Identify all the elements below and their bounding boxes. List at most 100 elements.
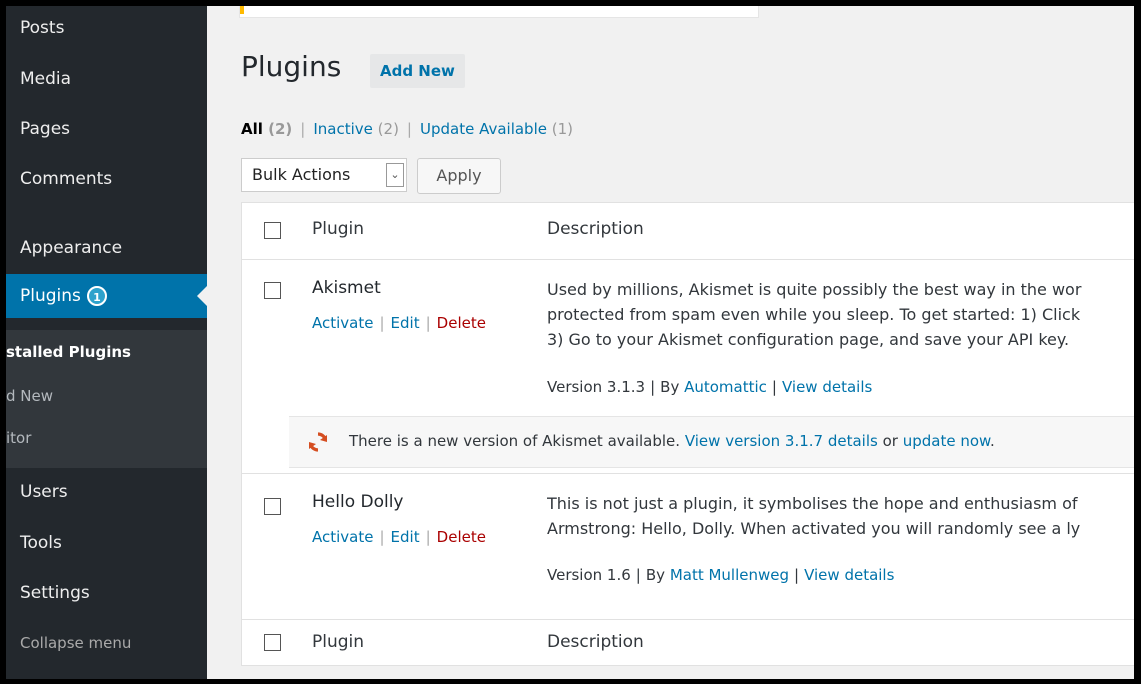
sidebar-item-pages[interactable]: Pages xyxy=(6,107,207,151)
filter-update-count: (1) xyxy=(551,120,574,138)
delete-link[interactable]: Delete xyxy=(437,314,486,332)
description-line: This is not just a plugin, it symbolises… xyxy=(547,494,1078,513)
activate-link[interactable]: Activate xyxy=(312,528,373,546)
by-label: By xyxy=(645,566,666,584)
description-line: protected from spam even while you sleep… xyxy=(547,305,1081,324)
select-all-checkbox-footer[interactable] xyxy=(264,634,281,651)
plugin-meta: Version 3.1.3 | By Automattic | View details xyxy=(547,378,872,396)
notice-remnant xyxy=(239,6,759,18)
plugin-description: This is not just a plugin, it symbolises… xyxy=(547,491,1134,541)
plugin-version: Version 3.1.3 xyxy=(547,378,646,396)
update-icon xyxy=(308,432,328,452)
action-divider: | xyxy=(379,314,385,332)
view-details-link[interactable]: View details xyxy=(804,566,894,584)
table-footer: Plugin Description xyxy=(242,619,1134,667)
bulk-actions-value: Bulk Actions xyxy=(252,165,351,184)
action-divider: | xyxy=(425,528,431,546)
update-count-badge: 1 xyxy=(86,286,107,306)
sidebar-item-label: Plugins xyxy=(20,286,81,306)
sidebar-item-label: Settings xyxy=(20,583,90,603)
filter-inactive-label: Inactive xyxy=(313,120,373,138)
plugins-submenu: stalled Plugins d New itor xyxy=(6,330,207,468)
by-label: By xyxy=(660,378,680,396)
admin-sidebar: Posts Media Pages Comments Appearance Pl… xyxy=(6,6,207,679)
sidebar-item-label: Appearance xyxy=(20,238,123,258)
filter-divider: | xyxy=(300,120,306,138)
sidebar-item-label: Media xyxy=(20,69,72,89)
sidebar-item-tools[interactable]: Tools xyxy=(6,521,207,565)
plugins-table: Plugin Description Akismet Activate | Edit… xyxy=(241,202,1134,666)
edit-link[interactable]: Edit xyxy=(391,314,420,332)
page-title: Plugins xyxy=(241,50,342,83)
author-link[interactable]: Matt Mullenweg xyxy=(670,566,789,584)
description-line: 3) Go to your Akismet configuration page… xyxy=(547,330,1070,349)
plugin-filters: All (2) | Inactive (2) | Update Available (1… xyxy=(241,120,573,138)
sidebar-item-users[interactable]: Users xyxy=(6,470,207,514)
action-divider: | xyxy=(425,314,431,332)
sidebar-item-plugins[interactable]: Plugins 1 xyxy=(6,274,207,318)
activate-link[interactable]: Activate xyxy=(312,314,373,332)
filter-divider: | xyxy=(406,120,412,138)
meta-divider: | xyxy=(635,566,641,584)
sidebar-item-appearance[interactable]: Appearance xyxy=(6,226,207,270)
filter-update-label: Update Available xyxy=(419,120,547,138)
column-header-plugin: Plugin xyxy=(312,219,365,239)
sidebar-item-label: Posts xyxy=(20,18,65,38)
plugin-description: Used by millions, Akismet is quite possi… xyxy=(547,277,1134,352)
screen: Posts Media Pages Comments Appearance Pl… xyxy=(6,6,1134,679)
collapse-menu-button[interactable]: Collapse menu xyxy=(20,628,131,658)
submenu-add-new[interactable]: d New xyxy=(6,382,207,410)
plugin-name: Hello Dolly xyxy=(312,492,404,512)
sidebar-item-label: Tools xyxy=(20,533,62,553)
filter-inactive-count: (2) xyxy=(377,120,399,138)
active-arrow-icon xyxy=(197,286,207,306)
update-notice-text: There is a new version of Akismet availa… xyxy=(349,432,995,450)
filter-inactive[interactable]: Inactive (2) xyxy=(313,120,399,138)
view-version-link[interactable]: View version 3.1.7 details xyxy=(685,432,878,450)
action-divider: | xyxy=(379,528,385,546)
sidebar-item-settings[interactable]: Settings xyxy=(6,571,207,615)
column-header-description: Description xyxy=(547,219,644,239)
plugin-version: Version 1.6 xyxy=(547,566,631,584)
delete-link[interactable]: Delete xyxy=(437,528,486,546)
table-row: Hello Dolly Activate | Edit | Delete This is… xyxy=(242,473,1134,619)
row-checkbox[interactable] xyxy=(264,282,281,299)
row-actions: Activate | Edit | Delete xyxy=(312,528,486,546)
chevron-down-icon: ⌄ xyxy=(386,163,404,187)
filter-all[interactable]: All (2) xyxy=(241,120,292,138)
plugin-meta: Version 1.6 | By Matt Mullenweg | View detai… xyxy=(547,566,894,584)
column-footer-description: Description xyxy=(547,632,644,652)
meta-divider: | xyxy=(650,378,656,396)
description-line: Armstrong: Hello, Dolly. When activated … xyxy=(547,519,1081,538)
row-checkbox[interactable] xyxy=(264,498,281,515)
row-actions: Activate | Edit | Delete xyxy=(312,314,486,332)
sidebar-item-posts[interactable]: Posts xyxy=(6,6,207,50)
update-prefix: There is a new version of Akismet availa… xyxy=(349,432,681,450)
sidebar-item-comments[interactable]: Comments xyxy=(6,157,207,201)
submenu-editor[interactable]: itor xyxy=(6,424,207,452)
update-suffix: . xyxy=(989,432,995,450)
update-now-link[interactable]: update now xyxy=(903,432,990,450)
submenu-installed-plugins[interactable]: stalled Plugins xyxy=(6,338,207,366)
author-link[interactable]: Automattic xyxy=(684,378,767,396)
sidebar-item-label: Comments xyxy=(20,169,113,189)
meta-divider: | xyxy=(794,566,800,584)
main-content: Plugins Add New All (2) | Inactive (2) | Upd… xyxy=(207,6,1134,679)
sidebar-item-label: Pages xyxy=(20,119,71,139)
apply-button[interactable]: Apply xyxy=(417,158,501,194)
bulk-actions-select[interactable]: Bulk Actions ⌄ xyxy=(241,158,407,192)
filter-update-available[interactable]: Update Available (1) xyxy=(420,120,573,138)
table-header: Plugin Description xyxy=(242,203,1134,260)
meta-divider: | xyxy=(771,378,777,396)
select-all-checkbox[interactable] xyxy=(264,222,281,239)
view-details-link[interactable]: View details xyxy=(782,378,872,396)
add-new-button[interactable]: Add New xyxy=(370,54,465,88)
update-middle: or xyxy=(882,432,898,450)
sidebar-item-label: Users xyxy=(20,482,68,502)
filter-all-count: (2) xyxy=(268,120,293,138)
update-notice: There is a new version of Akismet availa… xyxy=(289,416,1134,468)
edit-link[interactable]: Edit xyxy=(391,528,420,546)
column-footer-plugin: Plugin xyxy=(312,632,365,652)
description-line: Used by millions, Akismet is quite possi… xyxy=(547,280,1082,299)
sidebar-item-media[interactable]: Media xyxy=(6,57,207,101)
